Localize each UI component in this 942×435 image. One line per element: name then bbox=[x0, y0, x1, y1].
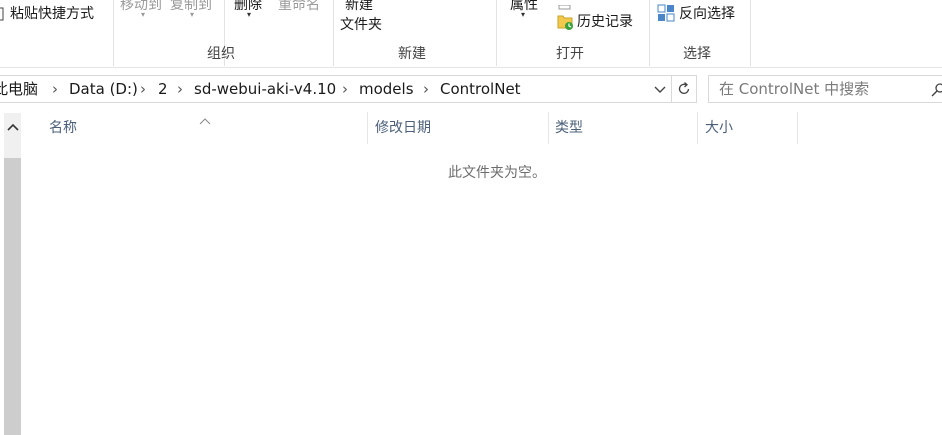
breadcrumb-data-drive[interactable]: Data (D:) bbox=[69, 80, 138, 98]
column-separator[interactable] bbox=[367, 112, 368, 144]
ribbon-separator bbox=[649, 0, 650, 66]
ribbon-separator bbox=[750, 0, 751, 66]
invert-selection-icon[interactable] bbox=[657, 4, 675, 22]
breadcrumb-controlnet[interactable]: ControlNet bbox=[440, 80, 521, 98]
column-header-name[interactable]: 名称 bbox=[49, 120, 77, 136]
ribbon-separator bbox=[113, 0, 114, 66]
breadcrumb-models[interactable]: models bbox=[359, 80, 414, 98]
search-input[interactable]: 在 ControlNet 中搜索 bbox=[719, 80, 869, 98]
search-icon[interactable] bbox=[931, 82, 942, 97]
new-folder-button[interactable]: 新建 bbox=[345, 0, 373, 13]
column-separator[interactable] bbox=[697, 112, 698, 144]
address-history-dropdown-icon[interactable] bbox=[653, 82, 667, 96]
rename-button[interactable]: 重命名 bbox=[278, 0, 320, 13]
refresh-icon[interactable] bbox=[676, 81, 692, 97]
column-separator[interactable] bbox=[548, 112, 549, 144]
scroll-up-icon[interactable] bbox=[7, 117, 19, 131]
breadcrumb-separator-icon[interactable]: › bbox=[423, 80, 429, 98]
move-to-dropdown-icon[interactable]: ▾ bbox=[141, 10, 145, 19]
delete-dropdown-icon[interactable]: ▾ bbox=[247, 10, 251, 19]
breadcrumb-separator-icon[interactable]: › bbox=[52, 80, 58, 98]
history-button[interactable]: 历史记录 bbox=[577, 14, 633, 30]
breadcrumb-this-pc[interactable]: 此电脑 bbox=[0, 80, 38, 98]
nav-pane-scrollbar[interactable] bbox=[4, 113, 21, 435]
column-header-modified[interactable]: 修改日期 bbox=[375, 120, 431, 136]
history-icon[interactable] bbox=[557, 13, 575, 31]
sort-ascending-icon bbox=[199, 111, 211, 125]
properties-dropdown-icon[interactable]: ▾ bbox=[521, 10, 525, 19]
paste-shortcut-icon[interactable] bbox=[0, 6, 4, 21]
breadcrumb-sd-webui[interactable]: sd-webui-aki-v4.10 bbox=[194, 80, 336, 98]
paste-shortcut-button[interactable]: 粘贴快捷方式 bbox=[10, 6, 94, 22]
scrollbar-thumb[interactable] bbox=[4, 158, 21, 435]
group-label-organize: 组织 bbox=[207, 46, 235, 62]
ribbon-separator bbox=[333, 0, 334, 66]
group-label-new: 新建 bbox=[398, 46, 426, 62]
new-folder-button-line2[interactable]: 文件夹 bbox=[340, 17, 382, 33]
ribbon-separator bbox=[496, 0, 497, 66]
refresh-button[interactable] bbox=[672, 75, 697, 103]
breadcrumb-folder-2[interactable]: 2 bbox=[158, 80, 168, 98]
group-label-select: 选择 bbox=[683, 46, 711, 62]
invert-selection-button[interactable]: 反向选择 bbox=[679, 6, 735, 22]
search-box[interactable]: 在 ControlNet 中搜索 bbox=[708, 75, 942, 103]
column-header-size[interactable]: 大小 bbox=[705, 120, 733, 136]
empty-folder-message: 此文件夹为空。 bbox=[448, 165, 546, 181]
breadcrumb-separator-icon[interactable]: › bbox=[177, 80, 183, 98]
column-separator[interactable] bbox=[797, 112, 798, 144]
column-header-type[interactable]: 类型 bbox=[555, 120, 583, 136]
address-bar[interactable]: 此电脑 › Data (D:) › 2 › sd-webui-aki-v4.10… bbox=[0, 75, 672, 103]
breadcrumb-separator-icon[interactable]: › bbox=[342, 80, 348, 98]
breadcrumb-separator-icon[interactable]: › bbox=[140, 80, 146, 98]
open-icon[interactable] bbox=[558, 0, 572, 10]
ribbon-border bbox=[0, 67, 942, 68]
ribbon: 粘贴快捷方式 移动到 复制到 ▾ ▾ 删除 ▾ 重命名 组织 新建 文件夹 新建… bbox=[0, 0, 942, 68]
copy-to-dropdown-icon[interactable]: ▾ bbox=[190, 10, 194, 19]
group-label-open: 打开 bbox=[556, 46, 584, 62]
